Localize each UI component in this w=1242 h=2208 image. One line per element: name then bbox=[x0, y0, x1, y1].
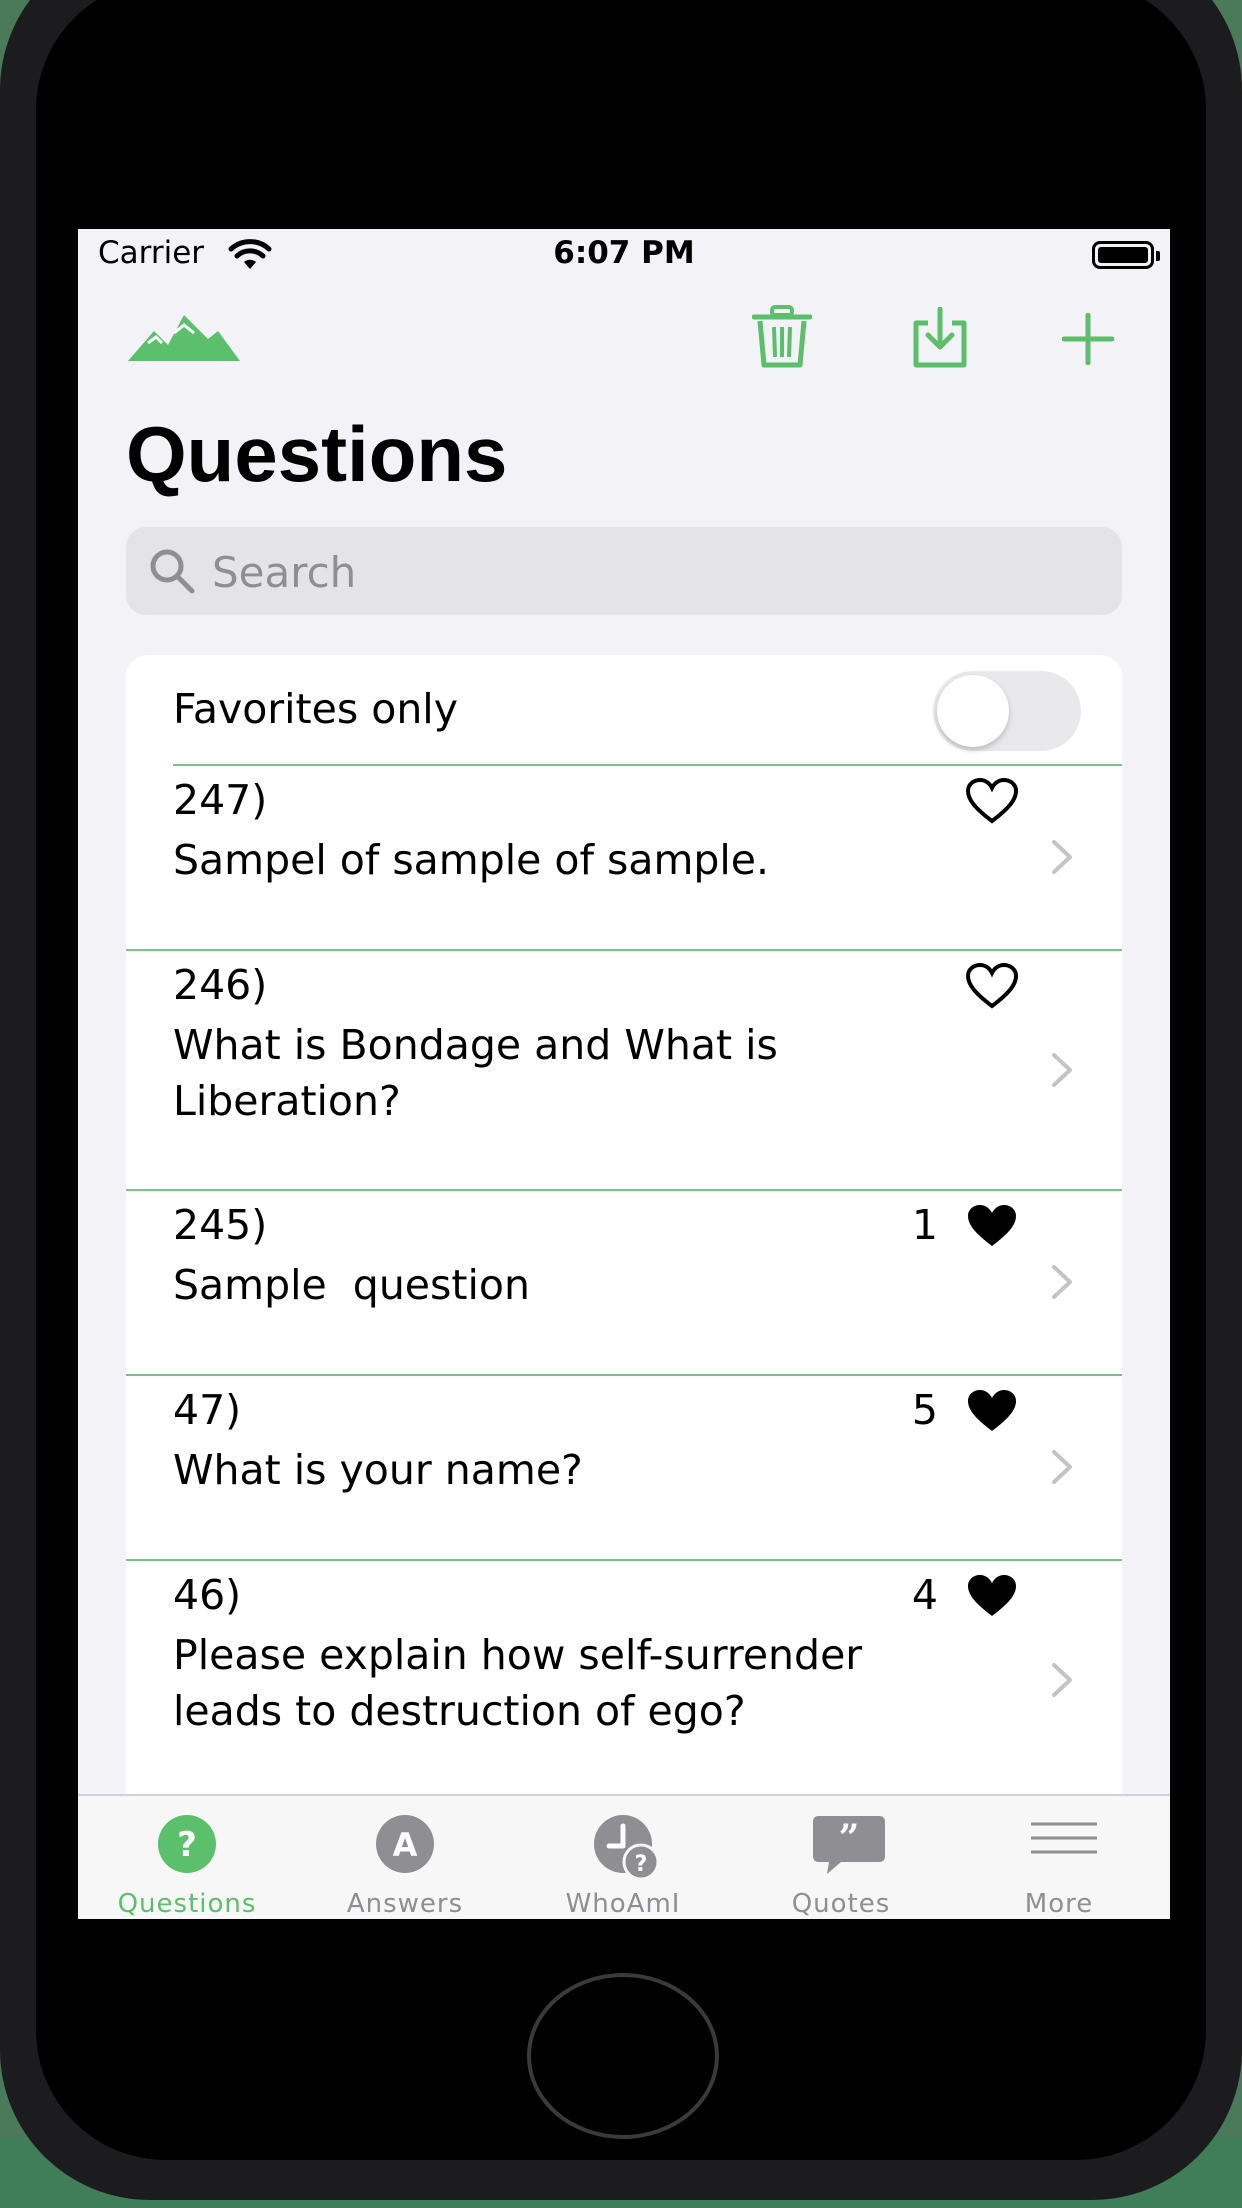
plus-icon[interactable] bbox=[1061, 312, 1115, 369]
question-text: Please explain how self-surrender leads … bbox=[173, 1631, 863, 1735]
heart-outline-icon[interactable] bbox=[965, 777, 1019, 828]
tab-bar: ? Questions A Answers ? WhoAmI ” Quotes … bbox=[78, 1794, 1170, 1919]
toggle-knob bbox=[937, 675, 1009, 747]
question-number: 46) bbox=[173, 1571, 242, 1619]
tab-label: Questions bbox=[117, 1889, 257, 1919]
heart-filled-icon[interactable] bbox=[966, 1203, 1018, 1253]
search-bar[interactable] bbox=[126, 527, 1122, 615]
status-time: 6:07 PM bbox=[553, 235, 695, 271]
chevron-right-icon bbox=[1050, 1263, 1074, 1305]
question-circle-icon: ? bbox=[157, 1814, 217, 1878]
question-text: Sampel of sample of sample. bbox=[173, 836, 770, 884]
favorites-filter-row: Favorites only bbox=[126, 655, 1122, 765]
question-number: 246) bbox=[173, 961, 268, 1009]
tab-label: Answers bbox=[346, 1889, 464, 1919]
like-count: 1 bbox=[911, 1201, 938, 1249]
like-count: 4 bbox=[911, 1571, 938, 1619]
app-screen: Carrier 6:07 PM Questions Search Favorit… bbox=[78, 229, 1170, 1919]
tab-questions[interactable]: ? Questions bbox=[78, 1796, 296, 1919]
favorites-only-toggle[interactable] bbox=[933, 671, 1081, 751]
question-row[interactable]: 46) 4 Please explain how self-surrender … bbox=[126, 1561, 1122, 1799]
svg-text:?: ? bbox=[177, 1825, 197, 1865]
mountains-logo-icon[interactable] bbox=[128, 309, 240, 369]
svg-text:?: ? bbox=[635, 1852, 648, 1877]
favorites-only-label: Favorites only bbox=[173, 685, 458, 733]
question-number: 47) bbox=[173, 1386, 242, 1434]
chevron-right-icon bbox=[1050, 1448, 1074, 1490]
heart-outline-icon[interactable] bbox=[965, 962, 1019, 1013]
search-input[interactable] bbox=[210, 541, 1094, 603]
home-button[interactable] bbox=[527, 1973, 719, 2139]
status-bar: Carrier 6:07 PM bbox=[78, 229, 1170, 287]
tab-whoami[interactable]: ? WhoAmI bbox=[514, 1796, 732, 1919]
question-number: 245) bbox=[173, 1201, 268, 1249]
svg-text:A: A bbox=[393, 1826, 418, 1864]
battery-icon bbox=[1092, 241, 1160, 269]
hamburger-lines-icon bbox=[1029, 1814, 1099, 1868]
search-icon bbox=[148, 547, 196, 599]
tab-quotes[interactable]: ” Quotes bbox=[732, 1796, 950, 1919]
chevron-right-icon bbox=[1050, 838, 1074, 880]
heart-filled-icon[interactable] bbox=[966, 1388, 1018, 1438]
chevron-right-icon bbox=[1050, 1051, 1074, 1093]
heart-filled-icon[interactable] bbox=[966, 1573, 1018, 1623]
question-number: 247) bbox=[173, 776, 268, 824]
chevron-right-icon bbox=[1050, 1661, 1074, 1703]
quote-bubble-icon: ” bbox=[811, 1814, 887, 1880]
letter-a-circle-icon: A bbox=[375, 1814, 435, 1878]
question-row[interactable]: 247) Sampel of sample of sample. bbox=[126, 766, 1122, 949]
question-text: What is Bondage and What is Liberation? bbox=[173, 1021, 778, 1125]
tab-more[interactable]: More bbox=[950, 1796, 1168, 1919]
question-text: What is your name? bbox=[173, 1446, 583, 1494]
tab-label: More bbox=[1024, 1889, 1094, 1919]
clock-question-icon: ? bbox=[593, 1814, 660, 1884]
question-text: Sample question bbox=[173, 1261, 530, 1309]
trash-icon[interactable] bbox=[751, 305, 813, 373]
questions-list: Favorites only 247) Sampel of sample of … bbox=[126, 655, 1122, 1919]
download-icon[interactable] bbox=[910, 306, 970, 373]
like-count: 5 bbox=[911, 1386, 938, 1434]
page-title: Questions bbox=[126, 410, 508, 498]
question-row[interactable]: 246) What is Bondage and What is Liberat… bbox=[126, 951, 1122, 1189]
tab-label: Quotes bbox=[791, 1889, 891, 1919]
question-row[interactable]: 47) 5 What is your name? bbox=[126, 1376, 1122, 1559]
tab-label: WhoAmI bbox=[565, 1889, 681, 1919]
question-row[interactable]: 245) 1 Sample question bbox=[126, 1191, 1122, 1374]
svg-text:”: ” bbox=[839, 1817, 860, 1859]
tab-answers[interactable]: A Answers bbox=[296, 1796, 514, 1919]
